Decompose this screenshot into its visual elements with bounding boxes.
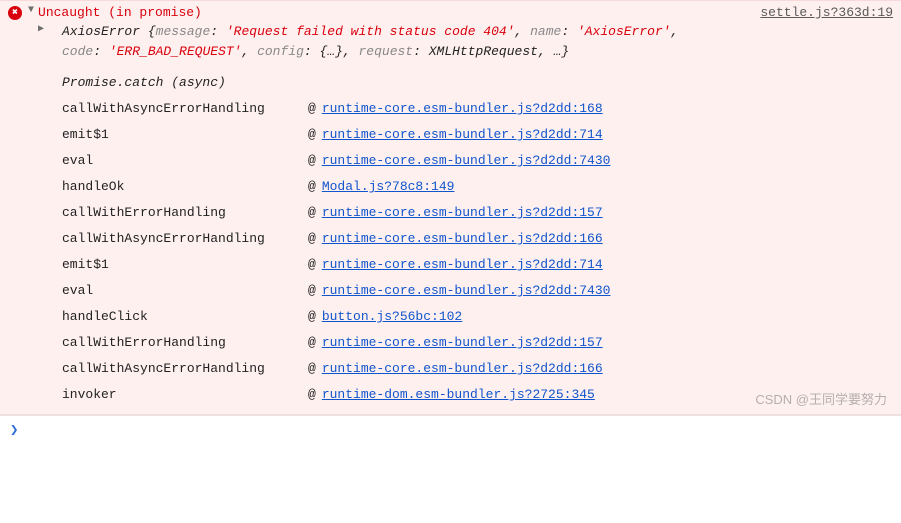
stack-frame: callWithAsyncErrorHandling@runtime-core.… [62,96,893,122]
stack-frame-link[interactable]: runtime-core.esm-bundler.js?d2dd:714 [322,252,603,278]
disclosure-triangle-down-icon[interactable]: ▼ [28,5,34,16]
stack-frame-link[interactable]: runtime-core.esm-bundler.js?d2dd:7430 [322,148,611,174]
stack-frame-link[interactable]: runtime-core.esm-bundler.js?d2dd:714 [322,122,603,148]
stack-frame-link[interactable]: runtime-core.esm-bundler.js?d2dd:168 [322,96,603,122]
console-prompt[interactable]: ❯ [0,415,901,445]
error-object-preview: ▶ AxiosError {message: 'Request failed w… [38,20,893,70]
stack-frame-function: handleOk [62,174,308,200]
stack-frame-function: callWithAsyncErrorHandling [62,356,308,382]
stack-frame: handleOk@Modal.js?78c8:149 [62,174,893,200]
stack-frame-function: callWithAsyncErrorHandling [62,96,308,122]
console-error-message: ✖ ▼ Uncaught (in promise) settle.js?363d… [0,0,901,415]
stack-frame-function: eval [62,148,308,174]
async-boundary: Promise.catch (async) [62,70,893,96]
at-symbol: @ [308,148,316,174]
at-symbol: @ [308,278,316,304]
at-symbol: @ [308,174,316,200]
stack-frame-link[interactable]: runtime-core.esm-bundler.js?d2dd:157 [322,200,603,226]
stack-frame-function: emit$1 [62,252,308,278]
stack-frame-link[interactable]: runtime-core.esm-bundler.js?d2dd:157 [322,330,603,356]
chevron-right-icon: ❯ [10,423,18,439]
stack-trace: Promise.catch (async) callWithAsyncError… [62,70,893,408]
stack-frame-function: eval [62,278,308,304]
at-symbol: @ [308,304,316,330]
stack-frame-function: emit$1 [62,122,308,148]
stack-frame: emit$1@runtime-core.esm-bundler.js?d2dd:… [62,122,893,148]
stack-frame: callWithAsyncErrorHandling@runtime-core.… [62,226,893,252]
at-symbol: @ [308,200,316,226]
stack-frame-function: invoker [62,382,308,408]
stack-frame-link[interactable]: button.js?56bc:102 [322,304,462,330]
stack-frame: eval@runtime-core.esm-bundler.js?d2dd:74… [62,278,893,304]
stack-frame: eval@runtime-core.esm-bundler.js?d2dd:74… [62,148,893,174]
stack-frame: invoker@runtime-dom.esm-bundler.js?2725:… [62,382,893,408]
error-label: Uncaught (in promise) [38,5,202,20]
at-symbol: @ [308,252,316,278]
stack-frame-link[interactable]: runtime-core.esm-bundler.js?d2dd:166 [322,226,603,252]
stack-frame: emit$1@runtime-core.esm-bundler.js?d2dd:… [62,252,893,278]
stack-frame-function: callWithErrorHandling [62,330,308,356]
stack-frame: handleClick@button.js?56bc:102 [62,304,893,330]
error-object-name: AxiosError [62,24,140,39]
disclosure-triangle-right-icon[interactable]: ▶ [38,22,44,38]
stack-frame-function: callWithErrorHandling [62,200,308,226]
error-icon: ✖ [8,6,22,20]
stack-frame-function: handleClick [62,304,308,330]
stack-frame: callWithErrorHandling@runtime-core.esm-b… [62,200,893,226]
stack-frame-link[interactable]: Modal.js?78c8:149 [322,174,455,200]
at-symbol: @ [308,122,316,148]
error-source-link[interactable]: settle.js?363d:19 [760,5,893,20]
stack-frame-link[interactable]: runtime-core.esm-bundler.js?d2dd:7430 [322,278,611,304]
at-symbol: @ [308,356,316,382]
stack-frame-link[interactable]: runtime-dom.esm-bundler.js?2725:345 [322,382,595,408]
stack-frame: callWithErrorHandling@runtime-core.esm-b… [62,330,893,356]
at-symbol: @ [308,96,316,122]
at-symbol: @ [308,226,316,252]
stack-frame-link[interactable]: runtime-core.esm-bundler.js?d2dd:166 [322,356,603,382]
at-symbol: @ [308,382,316,408]
at-symbol: @ [308,330,316,356]
error-header-row: ✖ ▼ Uncaught (in promise) settle.js?363d… [8,5,893,20]
stack-frame-function: callWithAsyncErrorHandling [62,226,308,252]
stack-frame: callWithAsyncErrorHandling@runtime-core.… [62,356,893,382]
